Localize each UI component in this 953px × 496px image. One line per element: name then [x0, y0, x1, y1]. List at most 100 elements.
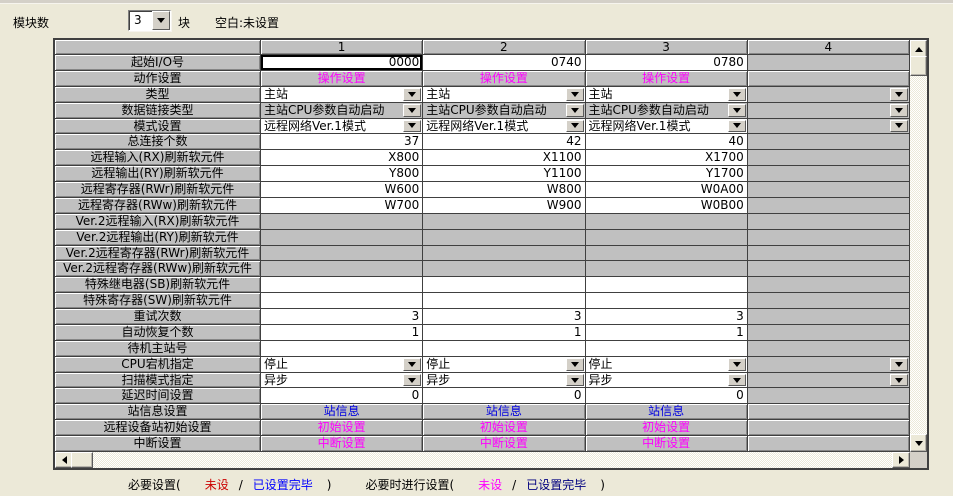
value-cell[interactable]: 0 [423, 388, 585, 404]
value-cell[interactable]: W900 [423, 198, 585, 214]
dropdown-button[interactable] [728, 120, 746, 133]
settings-link[interactable]: 中断设置 [480, 436, 528, 450]
combo-cell[interactable]: 停止 [423, 357, 585, 373]
dropdown-button[interactable] [566, 358, 584, 371]
value-cell[interactable]: X1700 [586, 150, 748, 166]
value-cell[interactable]: 1 [586, 325, 748, 341]
value-cell[interactable] [423, 293, 585, 309]
link-cell[interactable]: 中断设置 [586, 436, 748, 452]
dropdown-button[interactable] [890, 88, 908, 101]
link-cell[interactable]: 站信息 [261, 404, 423, 420]
combo-cell[interactable]: 远程网络Ver.1模式 [423, 119, 585, 135]
value-cell[interactable]: X1100 [423, 150, 585, 166]
dropdown-button[interactable] [403, 120, 421, 133]
link-cell[interactable]: 操作设置 [423, 71, 585, 87]
value-cell[interactable]: 0 [261, 388, 423, 404]
combo-cell[interactable]: 主站CPU参数自动启动 [586, 103, 748, 119]
settings-link[interactable]: 操作设置 [480, 71, 528, 85]
value-cell[interactable]: W0B00 [586, 198, 748, 214]
value-cell[interactable] [586, 341, 748, 357]
dropdown-button[interactable] [152, 11, 170, 30]
settings-link[interactable]: 操作设置 [642, 71, 690, 85]
value-cell[interactable]: W700 [261, 198, 423, 214]
link-cell[interactable]: 操作设置 [261, 71, 423, 87]
value-cell[interactable] [261, 293, 423, 309]
value-cell[interactable]: 1 [261, 325, 423, 341]
value-cell[interactable]: Y1100 [423, 166, 585, 182]
dropdown-button[interactable] [566, 120, 584, 133]
horizontal-scrollbar-thumb[interactable] [71, 452, 93, 468]
combo-cell[interactable]: 主站 [423, 87, 585, 103]
combo-cell[interactable]: 主站 [261, 87, 423, 103]
dropdown-button[interactable] [566, 374, 584, 387]
value-cell[interactable]: X800 [261, 150, 423, 166]
combo-cell[interactable]: 主站CPU参数自动启动 [423, 103, 585, 119]
value-cell[interactable]: 3 [423, 309, 585, 325]
horizontal-scrollbar[interactable] [55, 452, 910, 468]
dropdown-button[interactable] [728, 104, 746, 117]
value-cell[interactable]: 40 [586, 134, 748, 150]
link-cell[interactable]: 初始设置 [261, 420, 423, 436]
dropdown-button[interactable] [890, 374, 908, 387]
settings-link[interactable]: 初始设置 [642, 420, 690, 434]
value-cell[interactable] [261, 277, 423, 293]
settings-link[interactable]: 初始设置 [480, 420, 528, 434]
value-cell[interactable]: 0780 [586, 55, 748, 71]
value-cell[interactable] [423, 277, 585, 293]
combo-cell[interactable]: 异步 [423, 373, 585, 389]
settings-link[interactable]: 中断设置 [642, 436, 690, 450]
dropdown-button[interactable] [403, 374, 421, 387]
dropdown-button[interactable] [403, 358, 421, 371]
value-cell[interactable]: 37 [261, 134, 423, 150]
settings-link[interactable]: 中断设置 [318, 436, 366, 450]
combo-cell[interactable]: 停止 [261, 357, 423, 373]
combo-cell[interactable]: 远程网络Ver.1模式 [261, 119, 423, 135]
combo-cell[interactable]: 异步 [586, 373, 748, 389]
settings-link[interactable]: 站信息 [648, 404, 684, 418]
combo-cell[interactable]: 停止 [586, 357, 748, 373]
dropdown-button[interactable] [728, 358, 746, 371]
value-cell[interactable]: 3 [586, 309, 748, 325]
dropdown-button[interactable] [728, 88, 746, 101]
combo-cell[interactable]: 主站CPU参数自动启动 [261, 103, 423, 119]
vertical-scrollbar-thumb[interactable] [910, 56, 927, 76]
vertical-scrollbar[interactable] [910, 40, 927, 452]
link-cell[interactable]: 初始设置 [423, 420, 585, 436]
combo-cell[interactable]: 远程网络Ver.1模式 [586, 119, 748, 135]
combo-cell[interactable]: 异步 [261, 373, 423, 389]
value-cell[interactable]: 1 [423, 325, 585, 341]
value-cell[interactable] [586, 277, 748, 293]
dropdown-button[interactable] [890, 104, 908, 117]
scroll-down-button[interactable] [910, 434, 927, 452]
dropdown-button[interactable] [890, 120, 908, 133]
settings-link[interactable]: 操作设置 [318, 71, 366, 85]
dropdown-button[interactable] [403, 104, 421, 117]
link-cell[interactable]: 中断设置 [423, 436, 585, 452]
value-cell[interactable]: 3 [261, 309, 423, 325]
value-cell[interactable]: W0A00 [586, 182, 748, 198]
link-cell[interactable]: 站信息 [586, 404, 748, 420]
dropdown-button[interactable] [566, 104, 584, 117]
module-count-combo[interactable]: 3 [128, 10, 171, 31]
value-cell[interactable]: Y1700 [586, 166, 748, 182]
value-cell[interactable]: Y800 [261, 166, 423, 182]
value-cell[interactable]: 0740 [423, 55, 585, 71]
dropdown-button[interactable] [403, 88, 421, 101]
settings-link[interactable]: 站信息 [486, 404, 522, 418]
link-cell[interactable]: 中断设置 [261, 436, 423, 452]
value-cell[interactable] [586, 293, 748, 309]
dropdown-button[interactable] [566, 88, 584, 101]
value-cell[interactable] [261, 341, 423, 357]
dropdown-button[interactable] [728, 374, 746, 387]
value-cell[interactable] [423, 341, 585, 357]
link-cell[interactable]: 操作设置 [586, 71, 748, 87]
settings-link[interactable]: 初始设置 [318, 420, 366, 434]
settings-link[interactable]: 站信息 [324, 404, 360, 418]
value-cell[interactable]: W800 [423, 182, 585, 198]
value-cell[interactable]: W600 [261, 182, 423, 198]
dropdown-button[interactable] [890, 358, 908, 371]
scroll-right-button[interactable] [892, 452, 910, 468]
value-cell[interactable]: 0 [586, 388, 748, 404]
link-cell[interactable]: 站信息 [423, 404, 585, 420]
value-cell[interactable]: 42 [423, 134, 585, 150]
